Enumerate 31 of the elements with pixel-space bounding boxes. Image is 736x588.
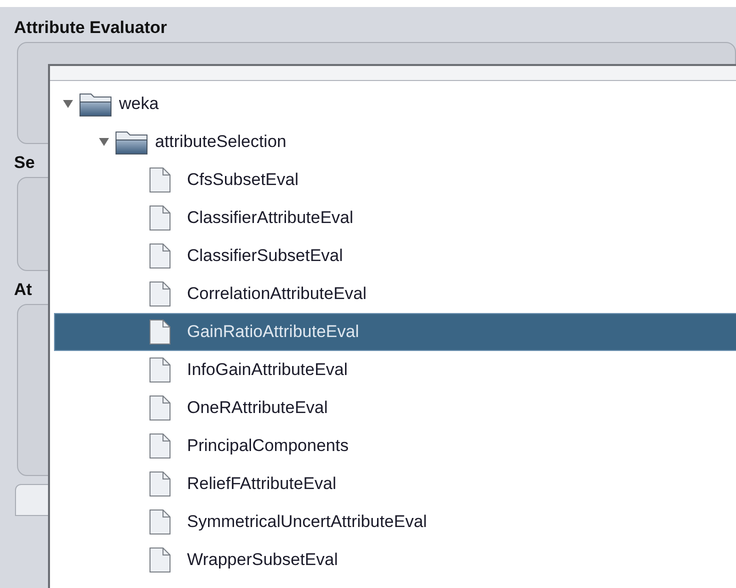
file-icon: [149, 471, 171, 497]
tree-item[interactable]: CorrelationAttributeEval: [54, 275, 736, 313]
file-icon: [149, 205, 171, 231]
file-icon: [149, 547, 171, 573]
tree-item[interactable]: PrincipalComponents: [54, 427, 736, 465]
file-icon: [149, 395, 171, 421]
tree-item[interactable]: attributeSelection: [54, 123, 736, 161]
section-label: At: [13, 279, 32, 301]
tree-item[interactable]: WrapperSubsetEval: [54, 541, 736, 579]
tree-item[interactable]: InfoGainAttributeEval: [54, 351, 736, 389]
section-label: Attribute Evaluator: [13, 17, 168, 39]
tree-item[interactable]: OneRAttributeEval: [54, 389, 736, 427]
file-icon: [149, 433, 171, 459]
file-icon: [149, 319, 171, 345]
tree-item[interactable]: CfsSubsetEval: [54, 161, 736, 199]
file-icon: [149, 281, 171, 307]
tree-item[interactable]: GainRatioAttributeEval: [54, 313, 736, 351]
expand-toggle-icon[interactable]: [63, 99, 73, 109]
file-icon: [149, 357, 171, 383]
tree-item[interactable]: ClassifierSubsetEval: [54, 237, 736, 275]
file-icon: [149, 167, 171, 193]
tree-item[interactable]: SymmetricalUncertAttributeEval: [54, 503, 736, 541]
file-icon: [149, 509, 171, 535]
folder-icon: [115, 129, 149, 155]
file-icon: [149, 243, 171, 269]
tree-item[interactable]: weka: [54, 85, 736, 123]
tree-item[interactable]: ClassifierAttributeEval: [54, 199, 736, 237]
folder-icon: [79, 91, 113, 117]
expand-toggle-icon[interactable]: [99, 137, 109, 147]
tree-item[interactable]: ReliefFAttributeEval: [54, 465, 736, 503]
section-label: Se: [13, 152, 35, 174]
